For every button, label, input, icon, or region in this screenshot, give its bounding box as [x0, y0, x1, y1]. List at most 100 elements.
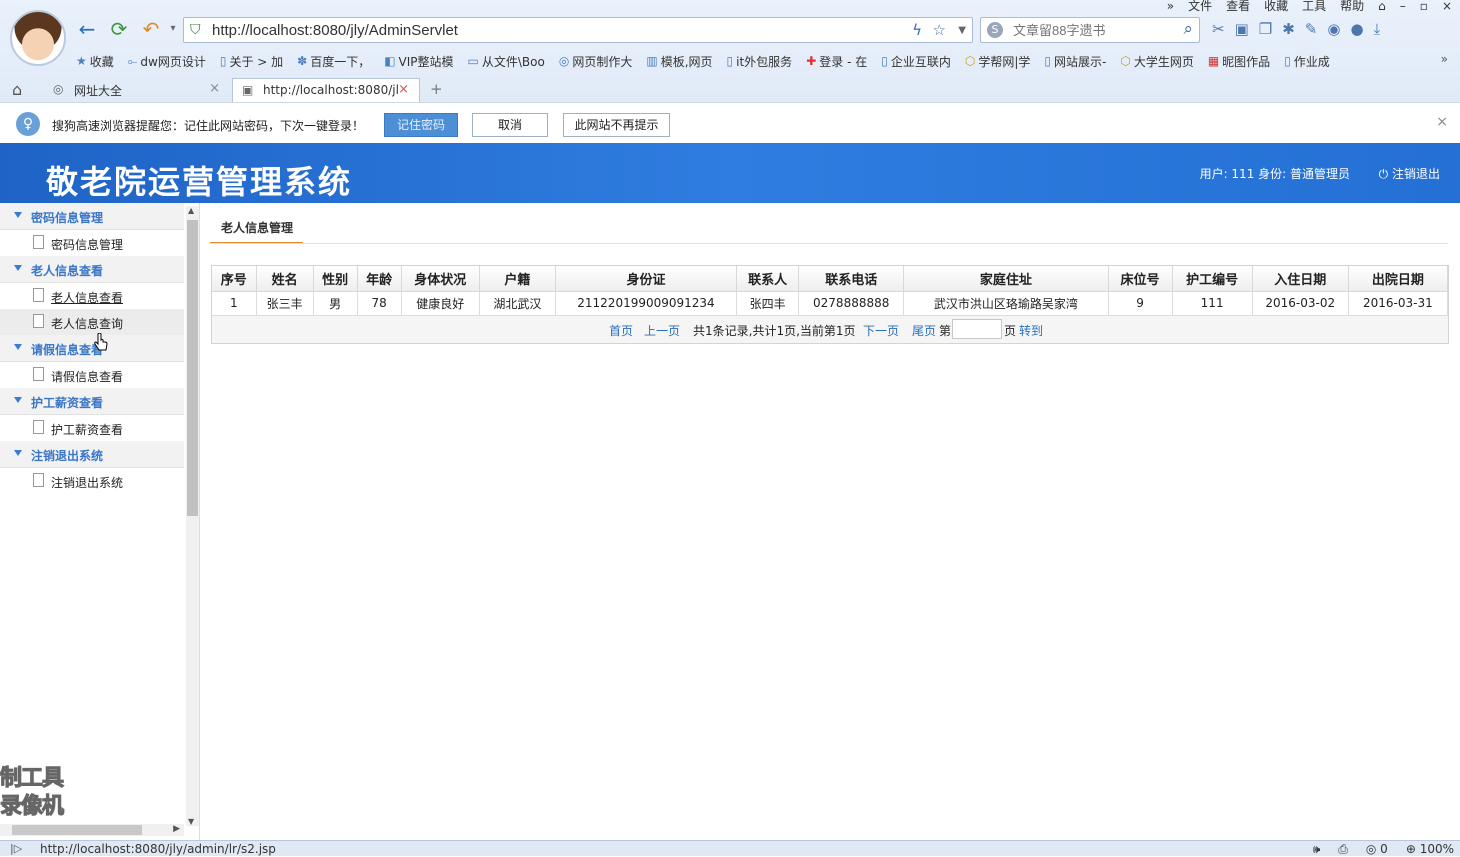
skin-icon[interactable]: ⌂ [1378, 0, 1386, 12]
first-page-link[interactable]: 首页 [609, 322, 633, 339]
column-header[interactable]: 护工编号 [1172, 266, 1253, 292]
paste-icon[interactable]: ❐ [1259, 20, 1272, 38]
undo-dropdown-icon[interactable]: ▾ [162, 18, 184, 40]
bookmark-item[interactable]: ▯ it外包服务 [727, 52, 793, 70]
refresh-icon[interactable]: ⟳ [108, 18, 130, 40]
sidebar-group-logout[interactable]: 注销退出系统 [0, 441, 184, 468]
column-header[interactable]: 身份证 [555, 266, 738, 292]
search-input[interactable] [1013, 21, 1163, 39]
app-icon[interactable]: ◉ [1327, 20, 1340, 38]
screenshot-icon[interactable]: ▣ [1235, 20, 1249, 38]
bookmark-item[interactable]: ▭ 从文件\Boo [468, 52, 545, 70]
bookmark-item[interactable]: ⬡ 大学生网页 [1120, 52, 1194, 70]
prev-page-link[interactable]: 上一页 [644, 322, 680, 339]
bookmark-item[interactable]: ✚ 登录 - 在 [806, 52, 867, 70]
sidebar-item-salary-view[interactable]: 护工薪资查看 [0, 415, 184, 441]
maximize-icon[interactable]: ▫ [1420, 0, 1428, 12]
bookmark-item[interactable]: ▯ 作业成 [1284, 52, 1330, 70]
undo-icon[interactable]: ↶ [140, 18, 162, 40]
zoom-control[interactable]: ⊕ 100% [1406, 842, 1454, 857]
bookmark-item[interactable]: ⟜ dw网页设计 [128, 52, 206, 70]
bookmark-item[interactable]: ◎ 网页制作大 [559, 52, 633, 70]
bookmark-item[interactable]: ⬡ 学帮网|学 [965, 52, 1031, 70]
menu-help[interactable]: 帮助 [1340, 0, 1364, 12]
bookmark-item[interactable]: ▥ 模板,网页 [646, 52, 712, 70]
sidebar-item-elder-view[interactable]: 老人信息查看 [0, 283, 184, 309]
bookmark-item[interactable]: ▯ 企业互联内 [881, 52, 951, 70]
tab-url-nav[interactable]: ◎ 网址大全 × [44, 78, 230, 102]
search-box[interactable]: S ⌕ [980, 17, 1200, 43]
bookmark-item[interactable]: ◧ VIP整站模 [384, 52, 453, 70]
sidebar-item-leave-view[interactable]: 请假信息查看 [0, 362, 184, 388]
column-header[interactable]: 姓名 [256, 266, 314, 292]
download-icon[interactable]: ⤓ [1374, 20, 1381, 38]
search-engine-icon[interactable]: S [987, 22, 1003, 38]
extension-icon[interactable]: ✱ [1282, 20, 1295, 38]
minimize-icon[interactable]: – [1400, 0, 1406, 12]
sidebar-group-elder[interactable]: 老人信息查看 [0, 256, 184, 283]
column-header[interactable]: 联系电话 [798, 266, 905, 292]
chat-icon[interactable]: ● [1350, 20, 1363, 38]
logout-link[interactable]: ⏻ 注销退出 [1379, 165, 1440, 182]
next-page-link[interactable]: 下一页 [863, 322, 899, 339]
column-header[interactable]: 家庭住址 [903, 266, 1109, 292]
scroll-thumb[interactable] [12, 825, 142, 835]
scissors-icon[interactable]: ✂ [1212, 20, 1225, 38]
sidebar-horizontal-scrollbar[interactable]: ▶ [0, 824, 184, 836]
sidebar-toggle-icon[interactable]: |▷ [10, 842, 22, 855]
bookmark-item[interactable]: ▯ 关于 > 加 [220, 52, 283, 70]
close-tab-icon[interactable]: × [398, 82, 409, 97]
tab-active[interactable]: ▣ http://localhost:8080/jl × [232, 78, 420, 102]
last-page-link[interactable]: 尾页 [912, 322, 936, 339]
sidebar-item-elder-query[interactable]: 老人信息查询 [0, 309, 184, 335]
never-prompt-button[interactable]: 此网站不再提示 [563, 113, 670, 137]
scroll-right-icon[interactable]: ▶ [173, 824, 180, 834]
star-icon[interactable]: ☆ [933, 21, 946, 39]
tab-elder-info-manage[interactable]: 老人信息管理 [210, 215, 303, 244]
menu-expand-icon[interactable]: » [1167, 0, 1174, 12]
scroll-down-icon[interactable]: ▼ [188, 817, 194, 826]
close-notification-icon[interactable]: × [1436, 114, 1448, 130]
new-tab-icon[interactable]: + [430, 80, 443, 98]
menu-tools[interactable]: 工具 [1302, 0, 1326, 12]
bookmark-item[interactable]: ✽ 百度一下， [297, 52, 370, 70]
print-icon[interactable]: ⎙ [1338, 842, 1348, 857]
translate-icon[interactable]: ✎ [1305, 20, 1318, 38]
sidebar-group-leave[interactable]: 请假信息查看 [0, 335, 184, 362]
column-header[interactable]: 年龄 [357, 266, 402, 292]
close-tab-icon[interactable]: × [209, 81, 220, 96]
bookmarks-more-icon[interactable]: » [1441, 52, 1448, 66]
close-window-icon[interactable]: × [1442, 0, 1452, 12]
scroll-up-icon[interactable]: ▲ [188, 206, 194, 215]
address-dropdown-icon[interactable]: ▼ [958, 25, 966, 36]
bookmark-favorites[interactable]: ★ 收藏 [76, 52, 114, 70]
home-icon[interactable]: ⌂ [12, 80, 22, 99]
sidebar-item-password-manage[interactable]: 密码信息管理 [0, 230, 184, 256]
menu-view[interactable]: 查看 [1226, 0, 1250, 12]
table-row[interactable]: 1 张三丰 男 78 健康良好 湖北武汉 211220199009091234 … [212, 291, 1449, 316]
column-header[interactable]: 身体状况 [401, 266, 480, 292]
column-header[interactable]: 序号 [212, 266, 257, 292]
sidebar-item-logout[interactable]: 注销退出系统 [0, 468, 184, 494]
adblock-counter[interactable]: ◎ 0 [1366, 842, 1388, 857]
bookmark-item[interactable]: ▦ 昵图作品 [1208, 52, 1270, 70]
scroll-thumb[interactable] [187, 220, 198, 516]
menu-favorites[interactable]: 收藏 [1264, 0, 1288, 12]
lightning-icon[interactable]: ϟ [912, 21, 922, 39]
column-header[interactable]: 床位号 [1108, 266, 1173, 292]
column-header[interactable]: 出院日期 [1348, 266, 1449, 292]
search-icon[interactable]: ⌕ [1183, 19, 1193, 39]
go-to-page-link[interactable]: 转到 [1019, 322, 1043, 339]
remember-password-button[interactable]: 记住密码 [384, 113, 458, 137]
address-bar[interactable]: ⛉ ϟ ☆ ▼ [183, 17, 973, 43]
cancel-button[interactable]: 取消 [472, 113, 548, 137]
column-header[interactable]: 户籍 [479, 266, 556, 292]
sidebar-vertical-scrollbar[interactable]: ▲ ▼ [186, 206, 199, 826]
sidebar-group-salary[interactable]: 护工薪资查看 [0, 388, 184, 415]
volume-icon[interactable]: 🕪 [1313, 842, 1321, 857]
column-header[interactable]: 性别 [313, 266, 358, 292]
column-header[interactable]: 入住日期 [1252, 266, 1349, 292]
user-avatar[interactable] [10, 10, 66, 66]
back-arrow-icon[interactable]: ← [76, 18, 98, 40]
column-header[interactable]: 联系人 [736, 266, 800, 292]
